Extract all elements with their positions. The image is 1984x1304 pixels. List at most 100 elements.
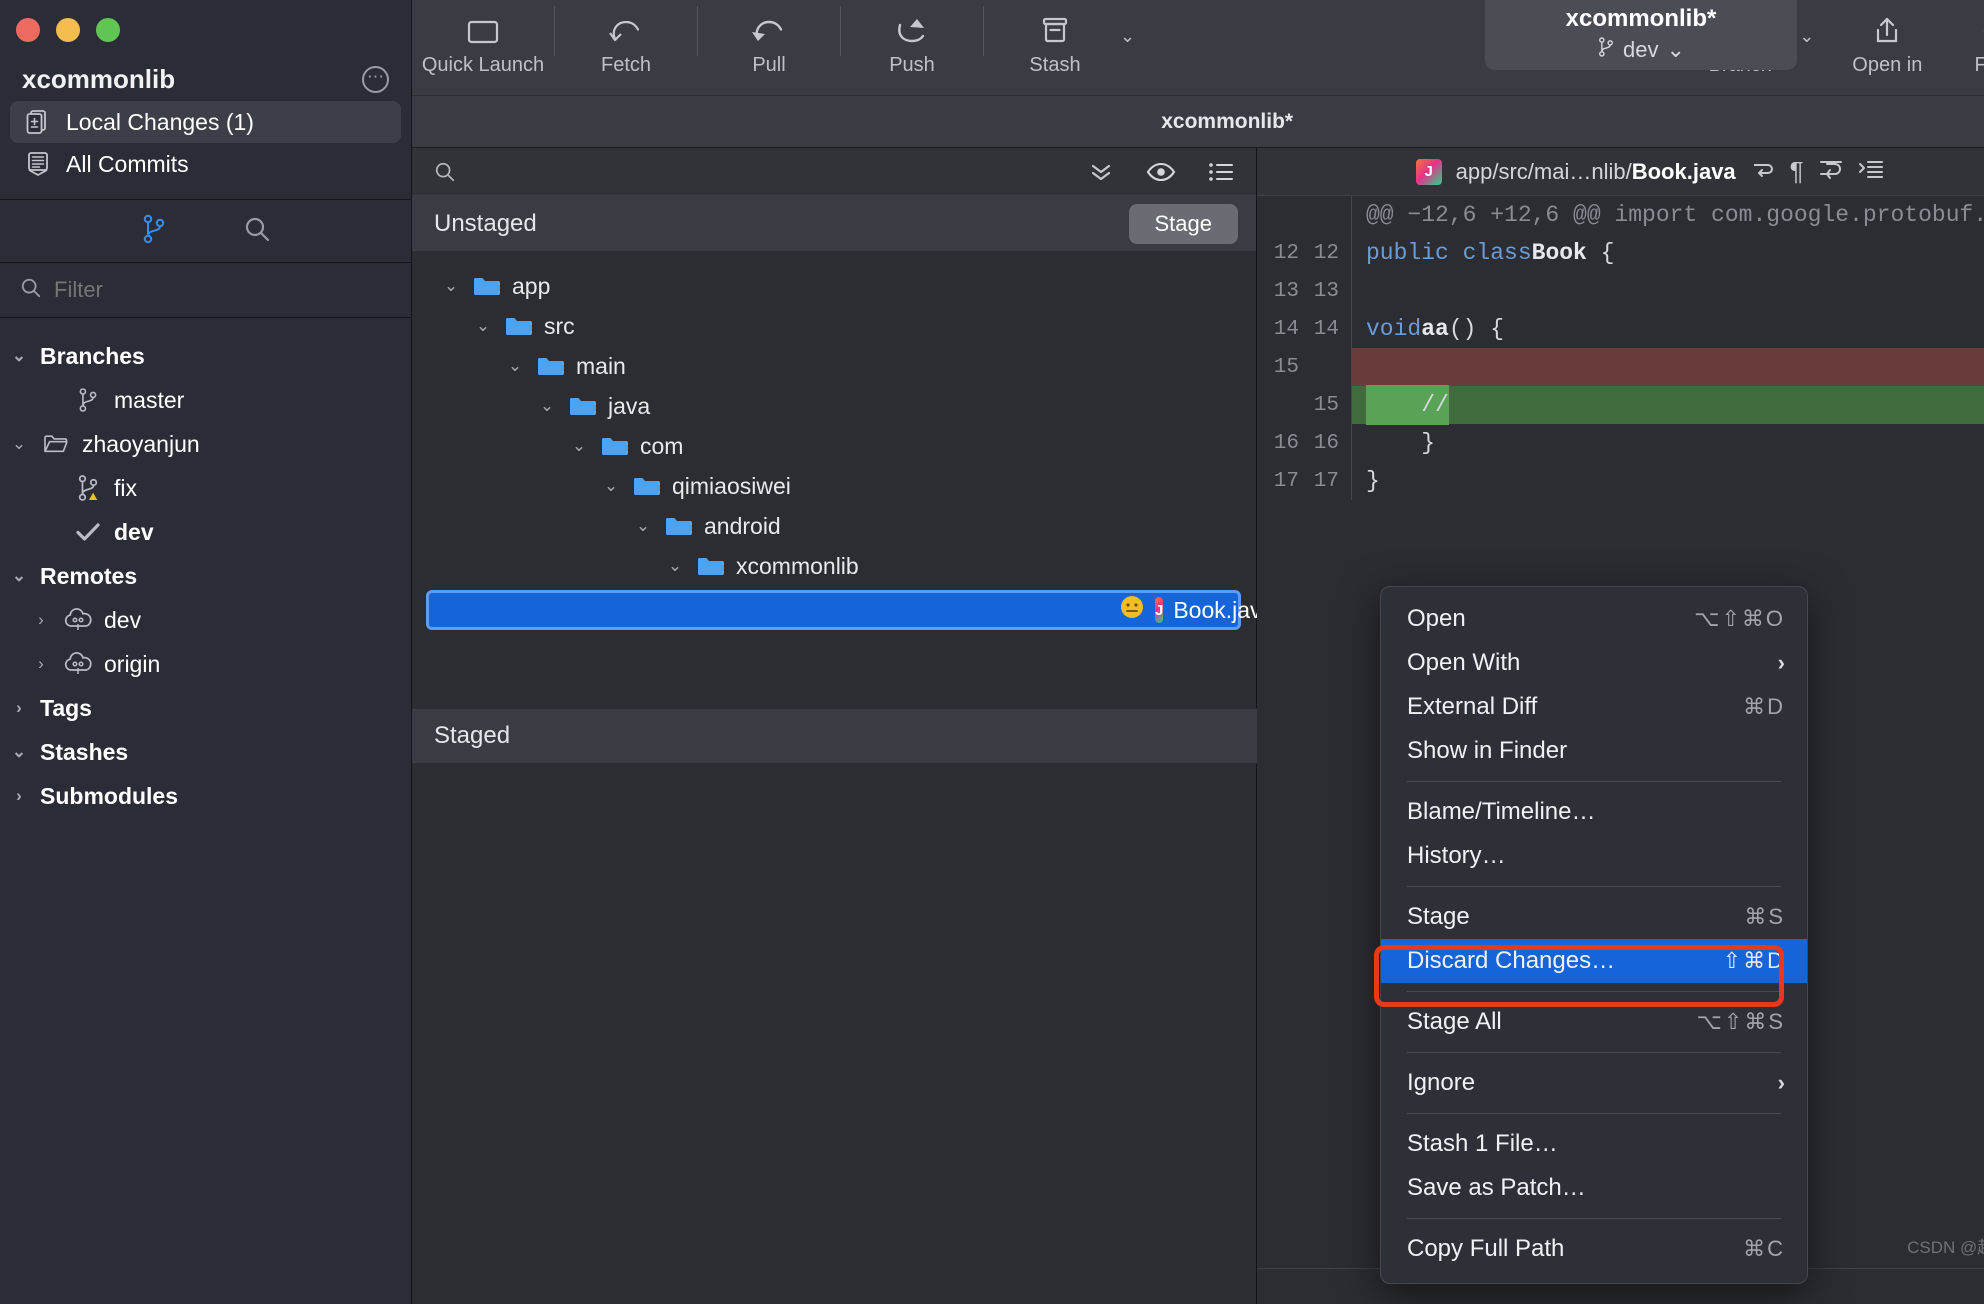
menu-shortcut: ⌘C [1743,1236,1785,1261]
file-tree-folder-android[interactable]: ⌄ android [412,506,1256,546]
menu-item-stage-all[interactable]: Stage All ⌥⇧⌘S [1381,1000,1807,1044]
folder-icon [664,514,694,538]
stash-button[interactable]: Stash [984,0,1126,92]
tree-item-fix[interactable]: fix [0,466,411,510]
chevron-right-icon[interactable]: › [8,698,30,718]
current-branch-chip[interactable]: dev ⌄ [1597,35,1685,65]
file-tree-folder-app[interactable]: ⌄ app [412,266,1256,306]
tree-group-remotes[interactable]: ⌄ Remotes [0,554,411,598]
diff-code [1352,348,1984,386]
collapse-all-icon[interactable] [1088,161,1114,183]
chevron-down-icon[interactable]: ⌄ [664,556,686,576]
whitespace-icon[interactable] [1818,158,1844,185]
menu-item-copy-full-path[interactable]: Copy Full Path ⌘C [1381,1227,1807,1271]
eye-icon[interactable] [1146,161,1176,183]
menu-item-blame-timeline[interactable]: Blame/Timeline… [1381,790,1807,834]
file-tree-folder-java[interactable]: ⌄ java [412,386,1256,426]
list-view-icon[interactable] [1208,161,1234,183]
branches-tab-icon[interactable] [141,214,167,249]
chevron-right-icon[interactable]: › [30,654,52,674]
filter-input[interactable] [54,277,391,303]
file-tree-folder-com[interactable]: ⌄ com [412,426,1256,466]
diff-line[interactable]: 13 13 [1257,272,1984,310]
diff-line[interactable]: 14 14 void aa() { [1257,310,1984,348]
tree-item-master[interactable]: master [0,378,411,422]
wrap-icon[interactable] [1750,159,1776,184]
menu-item-discard-changes[interactable]: Discard Changes… ⇧⌘D [1381,939,1807,983]
chevron-down-icon[interactable]: ⌄ [8,346,30,366]
quick-launch-button[interactable]: Quick Launch [412,0,554,92]
diff-gutter [1257,196,1352,234]
intellij-java-icon: J [1155,597,1164,623]
menu-label: Stage All [1407,1008,1502,1035]
changes-search-input[interactable] [466,160,1078,183]
chevron-down-icon[interactable]: ⌄ [504,356,526,376]
tree-group-submodules[interactable]: › Submodules [0,774,411,818]
chevron-down-icon[interactable]: ⌄ [1667,37,1685,63]
pilcrow-icon[interactable]: ¶ [1790,156,1804,187]
tree-group-tags[interactable]: › Tags [0,686,411,730]
stash-dropdown-icon[interactable]: ⌄ [1120,26,1135,47]
chevron-down-icon[interactable]: ⌄ [632,516,654,536]
more-options-icon[interactable]: ⋯ [362,66,389,93]
diff-code [1352,272,1984,310]
file-tree-item-book-java[interactable]: J Book.java [426,590,1274,630]
indent-icon[interactable] [1858,158,1884,185]
menu-item-external-diff[interactable]: External Diff ⌘D [1381,685,1807,729]
menu-item-show-in-finder[interactable]: Show in Finder [1381,729,1807,773]
menu-item-open-with[interactable]: Open With › [1381,641,1807,685]
menu-separator [1407,1113,1781,1114]
chevron-down-icon[interactable]: ⌄ [472,316,494,336]
chevron-right-icon[interactable]: › [30,610,52,630]
menu-item-history[interactable]: History… [1381,834,1807,878]
menu-label: Stage [1407,903,1470,930]
tree-item-zhaoyanjun[interactable]: ⌄ zhaoyanjun [0,422,411,466]
tree-group-stashes[interactable]: ⌄ Stashes [0,730,411,774]
tree-item-remote-origin[interactable]: › origin [0,642,411,686]
menu-item-ignore[interactable]: Ignore › [1381,1061,1807,1105]
chevron-down-icon[interactable]: ⌄ [568,436,590,456]
branch-filter-row[interactable] [0,262,411,318]
menu-item-stage[interactable]: Stage ⌘S [1381,895,1807,939]
close-window-button[interactable] [16,18,40,42]
tree-item-dev-local[interactable]: dev [0,510,411,554]
diff-line[interactable]: 16 16 } [1257,424,1984,462]
tree-item-remote-dev[interactable]: › dev [0,598,411,642]
fetch-button[interactable]: Fetch [555,0,697,92]
open-in-button[interactable]: Open in [1822,0,1952,92]
minimize-window-button[interactable] [56,18,80,42]
sidebar-item-local-changes[interactable]: Local Changes (1) [10,101,401,143]
changes-search-row[interactable] [412,148,1256,196]
diff-line-added[interactable]: 15 // [1257,385,1984,425]
menu-item-open[interactable]: Open ⌥⇧⌘O [1381,597,1807,641]
chevron-down-icon[interactable]: ⌄ [8,566,30,586]
file-tree-folder-src[interactable]: ⌄ src [412,306,1256,346]
menu-item-stash-1-file[interactable]: Stash 1 File… [1381,1122,1807,1166]
tree-group-branches[interactable]: ⌄ Branches [0,334,411,378]
sidebar-item-all-commits[interactable]: All Commits [10,143,401,185]
repo-title-chip[interactable]: xcommonlib* dev ⌄ [1485,0,1797,70]
file-tree-folder-main[interactable]: ⌄ main [412,346,1256,386]
stage-button[interactable]: Stage [1128,203,1238,244]
menu-item-save-as-patch[interactable]: Save as Patch… [1381,1166,1807,1210]
folder-icon [696,554,726,578]
push-button[interactable]: Push [841,0,983,92]
file-tree-folder-qimiaosiwei[interactable]: ⌄ qimiaosiwei [412,466,1256,506]
search-tab-icon[interactable] [243,215,271,248]
zoom-window-button[interactable] [96,18,120,42]
branch-dropdown-icon[interactable]: ⌄ [1799,26,1814,47]
chevron-down-icon[interactable]: ⌄ [600,476,622,496]
file-tree-folder-xcommonlib[interactable]: ⌄ xcommonlib [412,546,1256,586]
chevron-down-icon[interactable]: ⌄ [8,742,30,762]
folder-icon [504,314,534,338]
diff-line-removed[interactable]: 15 [1257,348,1984,386]
feedback-button[interactable]: Feed [1952,0,1984,92]
pull-button[interactable]: Pull [698,0,840,92]
chevron-right-icon[interactable]: › [8,786,30,806]
diff-line[interactable]: 17 17 } [1257,462,1984,500]
chevron-down-icon[interactable]: ⌄ [536,396,558,416]
chevron-down-icon[interactable]: ⌄ [440,276,462,296]
diff-line[interactable]: 12 12 public class Book { [1257,234,1984,272]
menu-label: External Diff [1407,693,1538,720]
chevron-down-icon[interactable]: ⌄ [8,434,30,454]
